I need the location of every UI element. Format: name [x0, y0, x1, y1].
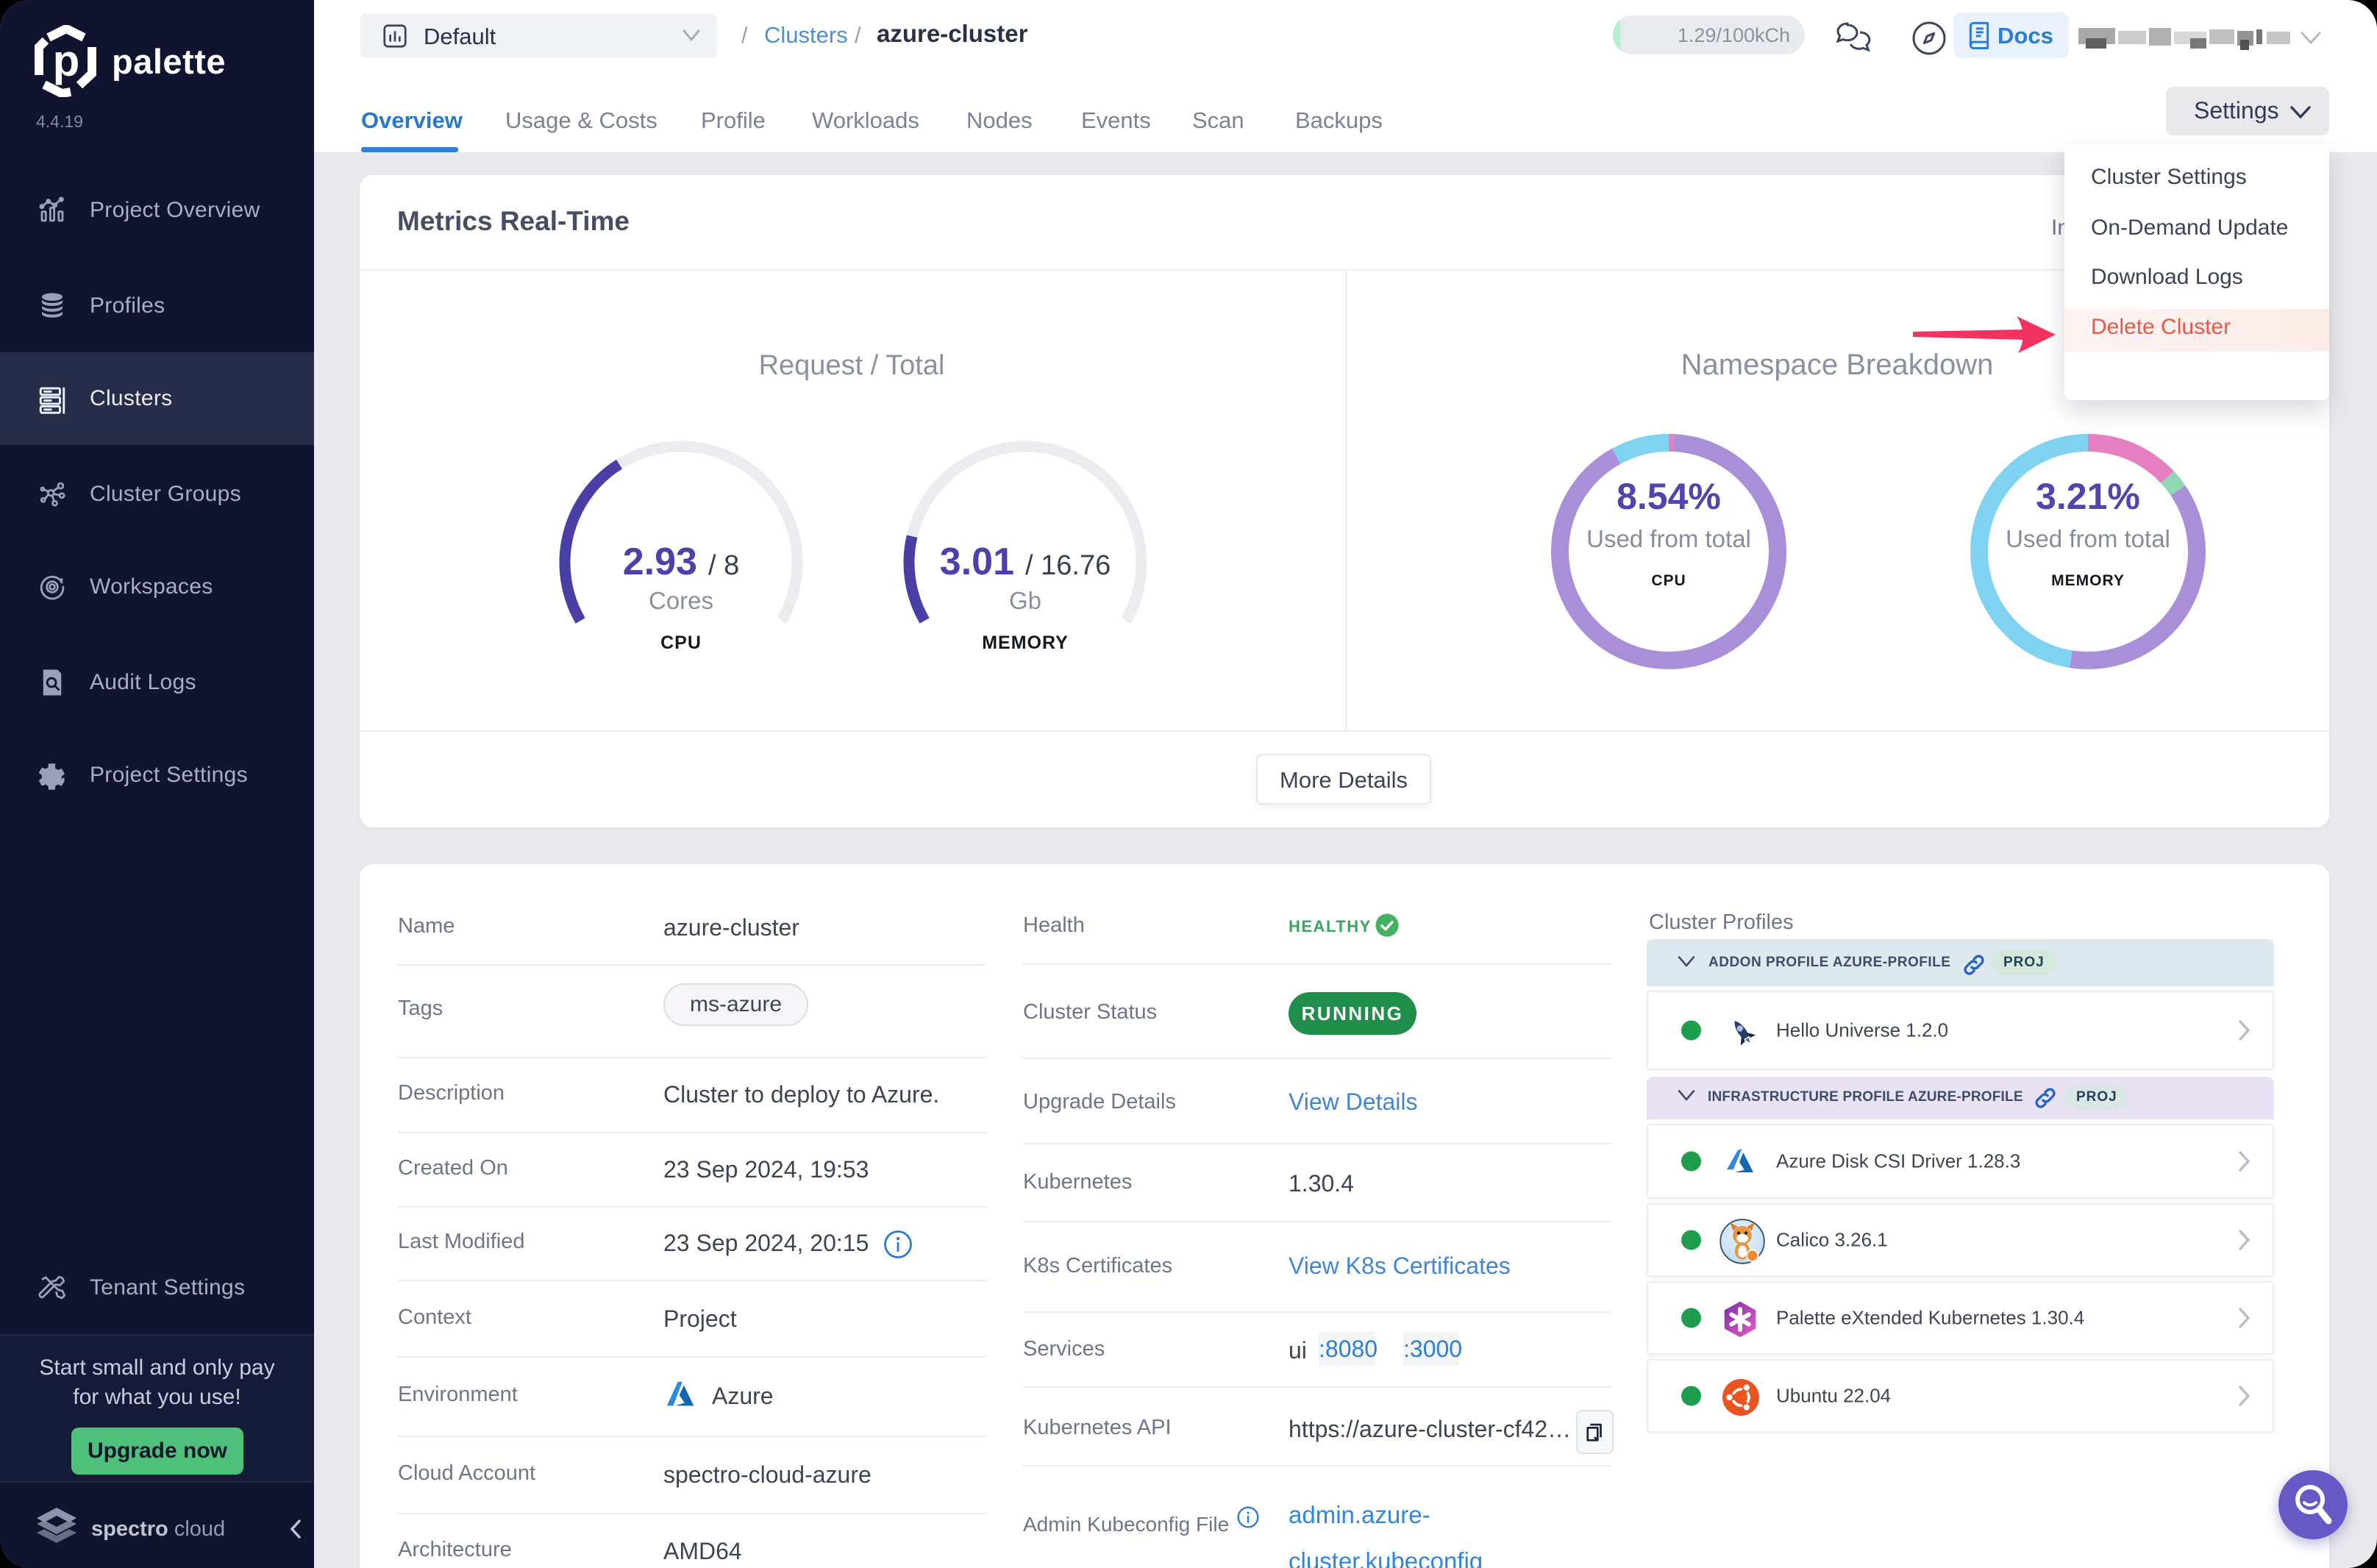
svg-text:p: p — [53, 36, 80, 85]
